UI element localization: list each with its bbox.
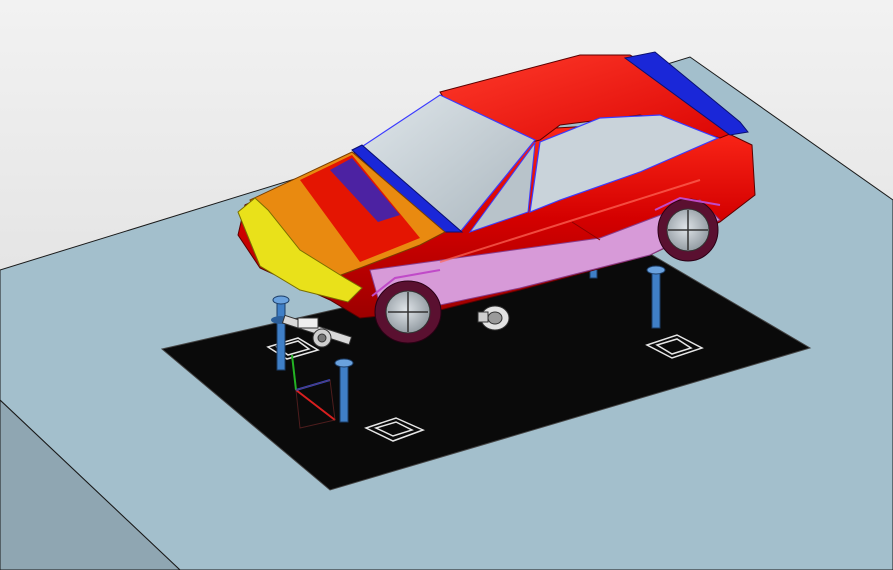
3d-viewport[interactable] <box>0 0 893 570</box>
front-wheel[interactable] <box>374 280 442 344</box>
rear-wheel[interactable] <box>657 198 719 262</box>
scene-canvas[interactable] <box>0 0 893 570</box>
